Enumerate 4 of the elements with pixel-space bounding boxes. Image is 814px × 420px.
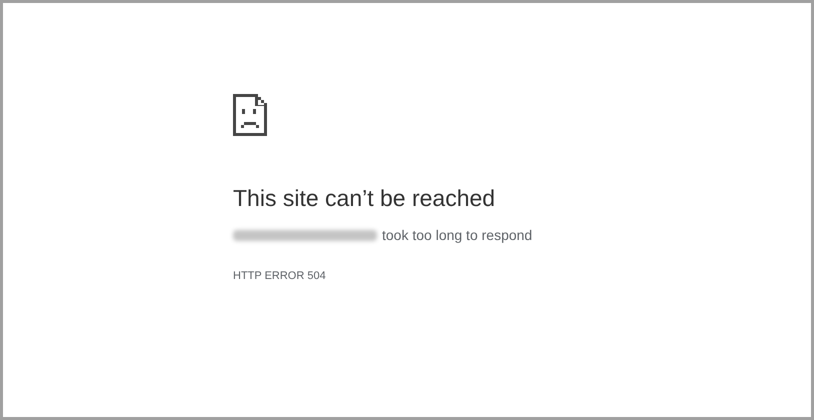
sad-page-icon [233,94,267,136]
error-message: took too long to respond [382,226,532,245]
error-code: HTTP ERROR 504 [233,269,326,284]
error-title: This site can’t be reached [233,184,496,213]
